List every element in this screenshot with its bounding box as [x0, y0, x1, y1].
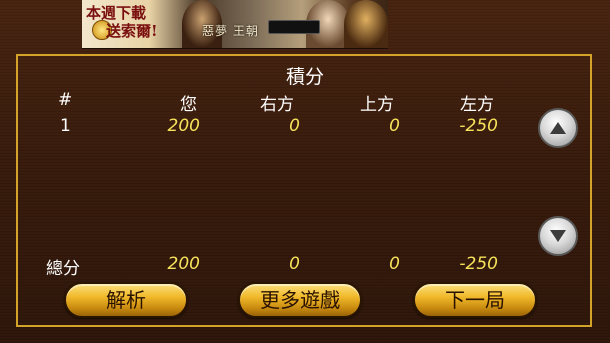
app-store-badge-icon: [268, 20, 320, 34]
total-left: -250: [459, 254, 498, 274]
column-header-right: 右方: [260, 95, 294, 115]
score-right: 0: [289, 116, 300, 136]
column-header-left: 左方: [460, 95, 494, 115]
total-you: 200: [167, 254, 200, 274]
round-number: 1: [60, 116, 71, 136]
more-games-button[interactable]: 更多遊戲: [238, 282, 362, 318]
ad-banner[interactable]: 本週下載 送索爾! 惡夢 王朝: [82, 0, 388, 49]
column-header-you: 您: [180, 95, 197, 115]
scroll-up-button[interactable]: [538, 108, 578, 148]
analysis-button[interactable]: 解析: [64, 282, 188, 318]
scoreboard-title: 積分: [285, 66, 324, 88]
column-header-round: #: [58, 90, 73, 110]
next-round-button[interactable]: 下一局: [413, 282, 537, 318]
total-right: 0: [289, 254, 300, 274]
total-label: 總分: [46, 259, 80, 279]
scroll-down-button[interactable]: [538, 216, 578, 256]
triangle-up-icon: [550, 122, 566, 134]
banner-game-title: 惡夢 王朝: [202, 24, 259, 38]
score-you: 200: [167, 116, 200, 136]
total-top: 0: [389, 254, 400, 274]
triangle-down-icon: [550, 230, 566, 242]
banner-character-image: [344, 0, 388, 48]
column-header-top: 上方: [360, 95, 394, 115]
score-top: 0: [389, 116, 400, 136]
banner-promo-text: 本週下載 送索爾!: [86, 4, 158, 40]
score-left: -250: [459, 116, 498, 136]
